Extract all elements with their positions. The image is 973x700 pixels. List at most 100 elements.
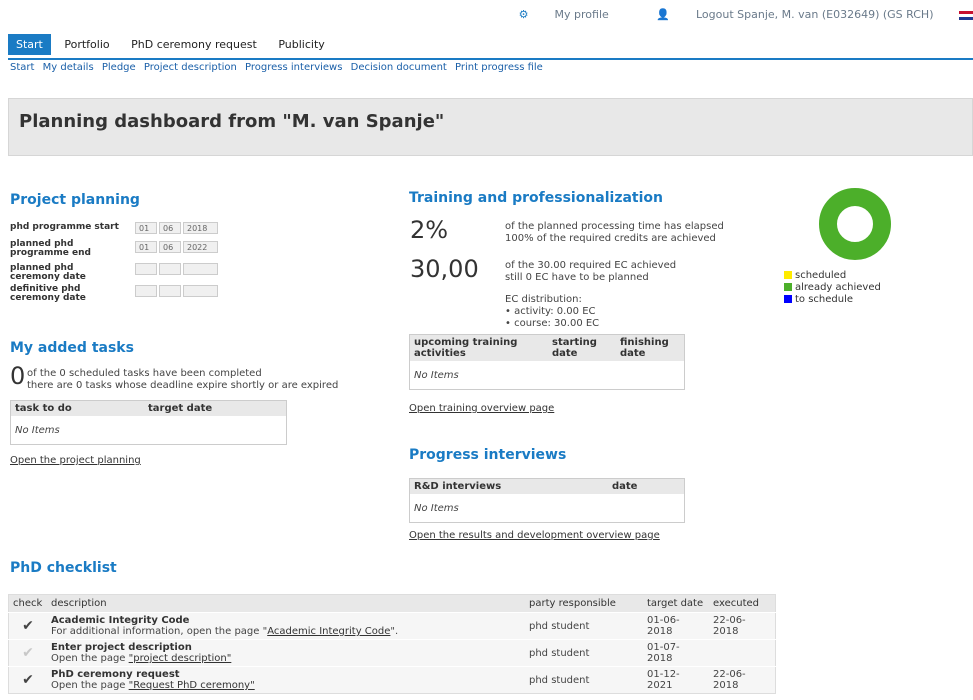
month-field[interactable]: 06 [159, 222, 181, 234]
legend-swatch [784, 283, 792, 291]
sub-navigation: Start My details Pledge Project descript… [10, 62, 548, 73]
column-header: check [8, 594, 47, 613]
legend-item-scheduled: scheduled [784, 270, 881, 282]
check-icon: ✔ [8, 666, 47, 694]
training-donut-chart [819, 188, 891, 260]
subnav-project-description[interactable]: Project description [144, 62, 237, 73]
subnav-decision-document[interactable]: Decision document [351, 62, 447, 73]
party-responsible: phd student [525, 639, 643, 667]
legend-item-achieved: already achieved [784, 282, 881, 294]
column-header: executed [709, 594, 776, 613]
no-items-text: No Items [15, 424, 60, 436]
project-planning-heading: Project planning [10, 192, 140, 208]
table-row: ✔ PhD ceremony request Open the page "Req… [8, 666, 776, 694]
tab-phd-ceremony-request[interactable]: PhD ceremony request [123, 34, 265, 55]
planning-row-label: definitive phd ceremony date [10, 284, 86, 303]
month-field[interactable]: 06 [159, 241, 181, 253]
column-header: date [608, 478, 685, 494]
logout-link[interactable]: 👤 Logout Spanje, M. van (E032649) (GS RCH… [634, 8, 933, 21]
year-field[interactable]: 2022 [183, 241, 218, 253]
progress-interviews-table: R&D interviews date No Items [409, 478, 685, 523]
chart-legend: scheduled already achieved to schedule [784, 270, 881, 306]
ec-achieved-text: of the 30.00 required EC achieved [505, 260, 677, 271]
target-date: 01-12-2021 [643, 666, 709, 694]
target-date: 01-06-2018 [643, 612, 709, 640]
planning-row-label: phd programme start [10, 222, 119, 232]
tab-start[interactable]: Start [8, 34, 51, 55]
progress-interviews-heading: Progress interviews [409, 447, 567, 463]
planning-row-label: planned phd ceremony date [10, 263, 86, 282]
day-field[interactable] [135, 285, 157, 297]
no-items-text: No Items [414, 502, 459, 514]
gear-icon: ⚙ [518, 8, 529, 21]
tab-portfolio[interactable]: Portfolio [56, 34, 117, 55]
open-training-overview-link[interactable]: Open training overview page [409, 403, 554, 414]
check-icon: ✔ [8, 612, 47, 640]
legend-swatch [784, 271, 792, 279]
column-header: target date [643, 594, 709, 613]
column-header: finishing date [616, 334, 685, 361]
party-responsible: phd student [525, 666, 643, 694]
ec-distribution-course: • course: 30.00 EC [505, 318, 600, 329]
training-heading: Training and professionalization [409, 190, 663, 206]
subnav-start[interactable]: Start [10, 62, 34, 73]
legend-swatch [784, 295, 792, 303]
year-field[interactable] [183, 285, 218, 297]
no-items-text: No Items [414, 369, 459, 381]
column-header: description [47, 594, 525, 613]
open-results-overview-link[interactable]: Open the results and development overvie… [409, 530, 660, 541]
day-field[interactable]: 01 [135, 222, 157, 234]
elapsed-text: of the planned processing time has elaps… [505, 221, 724, 232]
ec-planned-text: still 0 EC have to be planned [505, 272, 649, 283]
ec-distribution-title: EC distribution: [505, 294, 582, 305]
year-field[interactable] [183, 263, 218, 275]
subnav-progress-interviews[interactable]: Progress interviews [245, 62, 342, 73]
page-title: Planning dashboard from "M. van Spanje" [19, 111, 445, 132]
tab-publicity[interactable]: Publicity [270, 34, 332, 55]
column-header: party responsible [525, 594, 643, 613]
subnav-pledge[interactable]: Pledge [102, 62, 136, 73]
user-icon: 👤 [656, 8, 670, 21]
top-bar: ⚙ My profile 👤 Logout Spanje, M. van (E032… [475, 8, 973, 24]
month-field[interactable] [159, 285, 181, 297]
legend-item-to-schedule: to schedule [784, 294, 881, 306]
academic-integrity-link[interactable]: Academic Integrity Code [267, 626, 390, 637]
year-field[interactable]: 2018 [183, 222, 218, 234]
project-description-link[interactable]: "project description" [129, 653, 232, 664]
request-phd-ceremony-link[interactable]: "Request PhD ceremony" [129, 680, 255, 691]
tasks-completed-text: of the 0 scheduled tasks have been compl… [27, 368, 262, 379]
my-added-tasks-heading: My added tasks [10, 340, 134, 356]
main-tabs: Start Portfolio PhD ceremony request Pub… [8, 34, 973, 60]
party-responsible: phd student [525, 612, 643, 640]
table-row: ✔ Academic Integrity Code For additional … [8, 612, 776, 640]
ec-achieved-value: 30,00 [410, 255, 479, 283]
month-field[interactable] [159, 263, 181, 275]
phd-checklist-table: check description party responsible targ… [8, 594, 776, 694]
subnav-my-details[interactable]: My details [43, 62, 94, 73]
ec-distribution-activity: • activity: 0.00 EC [505, 306, 596, 317]
tasks-deadline-text: there are 0 tasks whose deadline expire … [27, 380, 339, 391]
column-header: R&D interviews [409, 478, 608, 494]
column-header: upcoming training activities [409, 334, 548, 361]
executed-date: 22-06-2018 [709, 666, 776, 694]
column-header: target date [144, 400, 287, 416]
flag-icon[interactable] [959, 10, 973, 20]
checklist-description: Enter project description Open the page "… [47, 639, 525, 667]
column-header: starting date [548, 334, 616, 361]
subnav-print-progress-file[interactable]: Print progress file [455, 62, 543, 73]
table-row: ✔ Enter project description Open the page… [8, 639, 776, 667]
training-table: upcoming training activities starting da… [409, 334, 685, 390]
check-icon: ✔ [8, 639, 47, 667]
phd-checklist-heading: PhD checklist [10, 560, 117, 576]
column-header: task to do [10, 400, 144, 416]
elapsed-percentage: 2% [410, 216, 449, 244]
credits-text: 100% of the required credits are achieve… [505, 233, 716, 244]
checklist-description: Academic Integrity Code For additional in… [47, 612, 525, 640]
day-field[interactable] [135, 263, 157, 275]
tasks-table: task to do target date No Items [10, 400, 287, 445]
my-profile-link[interactable]: ⚙ My profile [497, 8, 609, 21]
day-field[interactable]: 01 [135, 241, 157, 253]
tasks-count: 0 [10, 362, 26, 390]
open-project-planning-link[interactable]: Open the project planning [10, 455, 141, 466]
checklist-description: PhD ceremony request Open the page "Reque… [47, 666, 525, 694]
